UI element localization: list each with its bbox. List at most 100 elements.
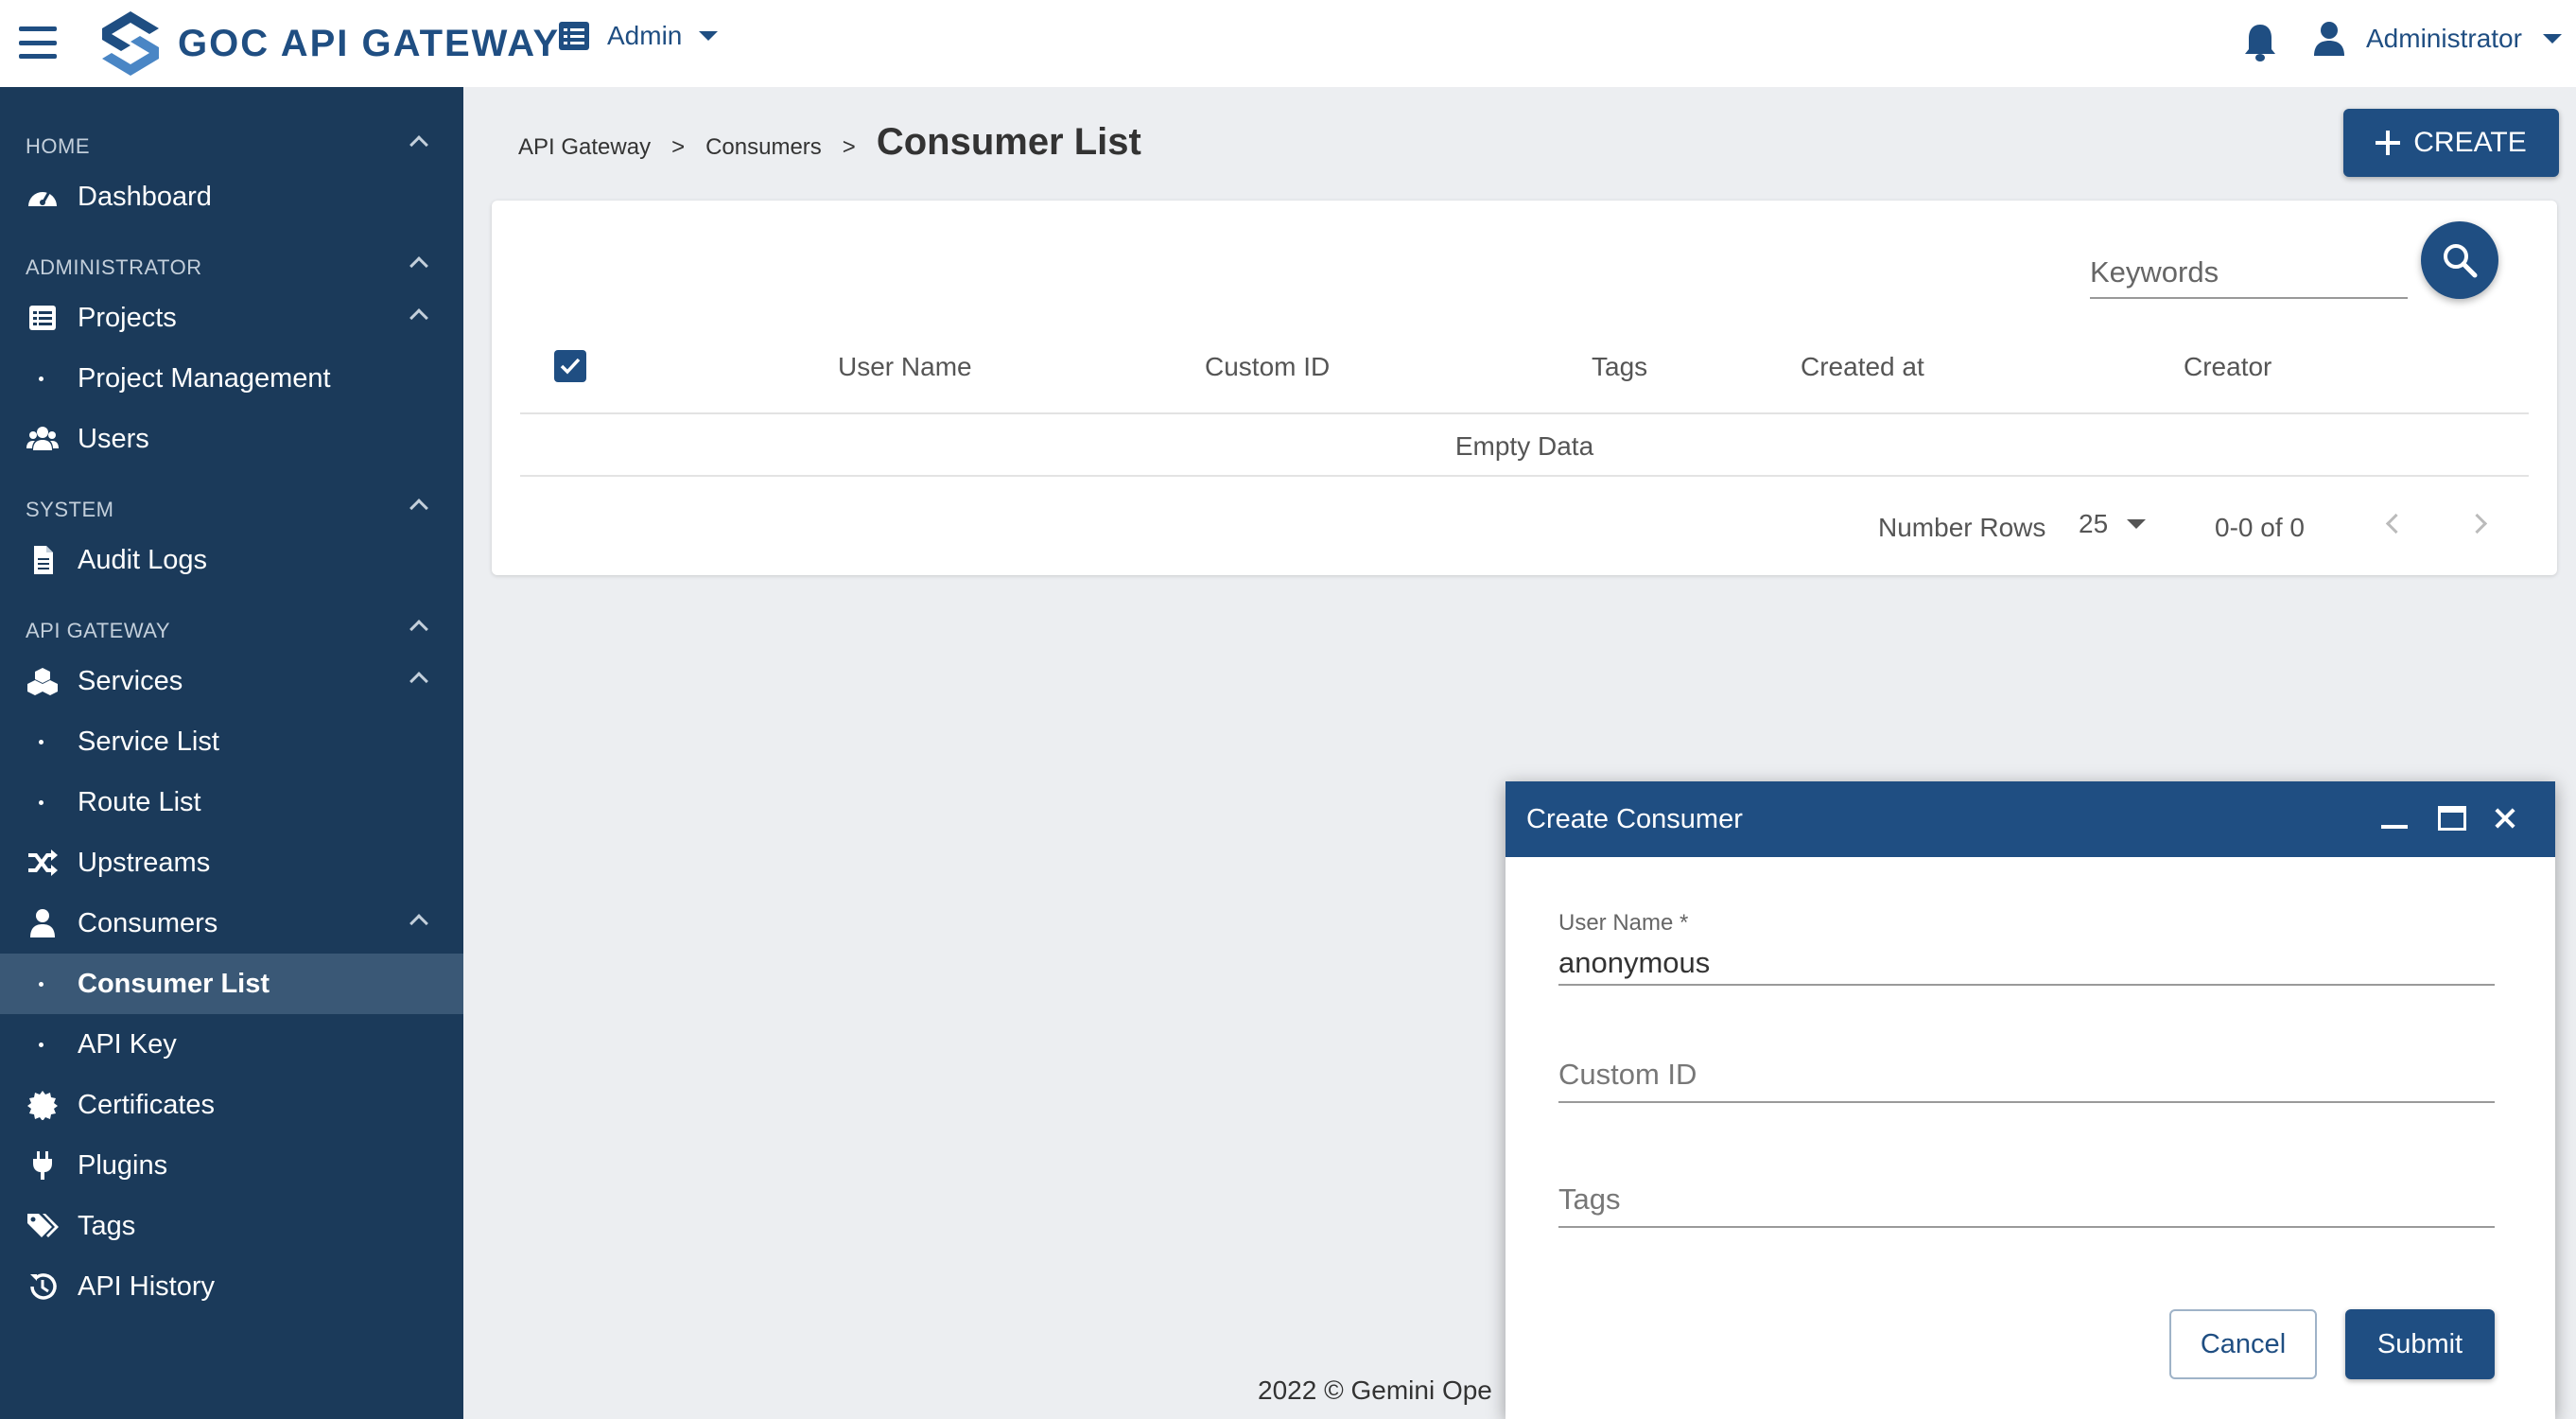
- pagination-range: 0-0 of 0: [2215, 513, 2305, 542]
- dialog-header[interactable]: Create Consumer: [1506, 781, 2555, 857]
- sidebar: HOME Dashboard ADMINISTRATOR Projects Pr…: [0, 87, 463, 1419]
- search-input[interactable]: [2090, 248, 2408, 297]
- list-icon: [559, 22, 589, 50]
- submit-button[interactable]: Submit: [2345, 1309, 2495, 1379]
- column-header-tags[interactable]: Tags: [1592, 352, 1647, 382]
- column-header-created-at[interactable]: Created at: [1801, 352, 1924, 382]
- chevron-down-icon: [2127, 519, 2147, 529]
- document-icon: [34, 546, 53, 574]
- create-button-label: CREATE: [2413, 127, 2527, 158]
- sidebar-item-api-key[interactable]: API Key: [0, 1014, 463, 1075]
- breadcrumb-consumers[interactable]: Consumers: [705, 134, 822, 161]
- next-page-icon[interactable]: [2470, 515, 2489, 534]
- user-icon: [2314, 22, 2344, 56]
- list-icon: [29, 306, 56, 330]
- header-divider: [520, 412, 2529, 414]
- select-all-checkbox[interactable]: [554, 350, 586, 382]
- section-home[interactable]: HOME: [0, 127, 463, 165]
- sidebar-item-tags[interactable]: Tags: [0, 1196, 463, 1256]
- sidebar-item-label: Upstreams: [78, 848, 211, 878]
- user-name-input[interactable]: [1558, 944, 2495, 982]
- minimize-icon[interactable]: [2381, 825, 2408, 829]
- sidebar-item-label: Certificates: [78, 1090, 216, 1120]
- sidebar-item-plugins[interactable]: Plugins: [0, 1135, 463, 1196]
- sidebar-item-upstreams[interactable]: Upstreams: [0, 832, 463, 893]
- cancel-button[interactable]: Cancel: [2169, 1309, 2317, 1379]
- sidebar-item-audit-logs[interactable]: Audit Logs: [0, 530, 463, 590]
- sidebar-item-label: Project Management: [78, 363, 331, 394]
- sidebar-item-consumer-list[interactable]: Consumer List: [0, 954, 463, 1014]
- check-icon: [560, 358, 581, 375]
- column-header-custom-id[interactable]: Custom ID: [1205, 352, 1330, 382]
- sidebar-item-services[interactable]: Services: [0, 651, 463, 711]
- footer-copyright: 2022 © Gemini Ope: [1258, 1375, 1492, 1405]
- shuffle-icon: [28, 850, 58, 876]
- chevron-up-icon: [409, 914, 428, 933]
- sidebar-item-api-history[interactable]: API History: [0, 1256, 463, 1317]
- close-icon[interactable]: [2491, 804, 2519, 832]
- tags-field: [1558, 1167, 2495, 1228]
- bell-icon[interactable]: [2243, 23, 2277, 62]
- section-system[interactable]: SYSTEM: [0, 490, 463, 528]
- sidebar-item-label: Service List: [78, 727, 219, 757]
- sidebar-item-projects[interactable]: Projects: [0, 288, 463, 348]
- sidebar-item-project-management[interactable]: Project Management: [0, 348, 463, 409]
- create-button[interactable]: CREATE: [2343, 109, 2559, 177]
- sidebar-item-label: Projects: [78, 303, 177, 333]
- sidebar-item-certificates[interactable]: Certificates: [0, 1075, 463, 1135]
- user-menu[interactable]: Administrator: [2313, 21, 2562, 57]
- bullet-icon: [39, 1042, 44, 1047]
- dialog-title: Create Consumer: [1526, 804, 1743, 834]
- rows-per-page-select[interactable]: 25: [2079, 509, 2147, 539]
- chevron-down-icon: [699, 31, 719, 41]
- dashboard-icon: [28, 192, 57, 206]
- column-header-creator[interactable]: Creator: [2184, 352, 2271, 382]
- chevron-up-icon: [409, 256, 428, 275]
- sidebar-item-route-list[interactable]: Route List: [0, 772, 463, 832]
- section-label: SYSTEM: [26, 498, 114, 521]
- section-api-gateway[interactable]: API GATEWAY: [0, 611, 463, 649]
- users-icon: [26, 427, 59, 450]
- sidebar-item-users[interactable]: Users: [0, 409, 463, 469]
- user-icon: [30, 909, 55, 937]
- user-menu-label: Administrator: [2366, 24, 2522, 53]
- custom-id-input[interactable]: [1558, 1056, 2495, 1094]
- sidebar-item-dashboard[interactable]: Dashboard: [0, 166, 463, 227]
- chevron-up-icon: [409, 308, 428, 327]
- breadcrumb-api-gateway[interactable]: API Gateway: [518, 134, 651, 161]
- hamburger-icon[interactable]: [19, 26, 57, 59]
- sidebar-item-label: Dashboard: [78, 182, 212, 212]
- sidebar-item-label: Consumer List: [78, 969, 270, 999]
- sidebar-item-label: Tags: [78, 1211, 136, 1241]
- history-icon: [30, 1273, 57, 1300]
- sidebar-item-consumers[interactable]: Consumers: [0, 893, 463, 954]
- section-administrator[interactable]: ADMINISTRATOR: [0, 248, 463, 286]
- sidebar-item-label: API History: [78, 1271, 216, 1302]
- column-header-user-name[interactable]: User Name: [838, 352, 972, 382]
- certificate-icon: [27, 1091, 58, 1120]
- search-field: [2090, 248, 2408, 299]
- row-divider: [520, 475, 2529, 477]
- sidebar-item-label: Users: [78, 424, 149, 454]
- page-title: Consumer List: [876, 121, 1141, 163]
- cubes-icon: [27, 668, 58, 695]
- sidebar-item-label: API Key: [78, 1029, 177, 1060]
- logo-icon: [102, 11, 159, 76]
- section-label: API GATEWAY: [26, 619, 171, 642]
- custom-id-field: [1558, 1042, 2495, 1103]
- maximize-icon[interactable]: [2438, 806, 2466, 831]
- chevron-up-icon: [409, 672, 428, 691]
- rows-per-page-label: Number Rows: [1878, 513, 2046, 542]
- search-button[interactable]: [2421, 221, 2498, 299]
- tags-input[interactable]: [1558, 1181, 2495, 1218]
- bullet-icon: [39, 800, 44, 805]
- prev-page-icon[interactable]: [2381, 515, 2400, 534]
- sidebar-item-service-list[interactable]: Service List: [0, 711, 463, 772]
- sidebar-item-label: Route List: [78, 787, 201, 817]
- create-consumer-dialog: Create Consumer User Name * Cancel Submi…: [1506, 781, 2555, 1419]
- admin-menu[interactable]: Admin: [558, 21, 719, 51]
- empty-state-text: Empty Data: [1454, 431, 1594, 461]
- brand-title: GOC API GATEWAY: [178, 23, 561, 64]
- breadcrumb-separator: >: [671, 134, 686, 160]
- bullet-icon: [39, 377, 44, 381]
